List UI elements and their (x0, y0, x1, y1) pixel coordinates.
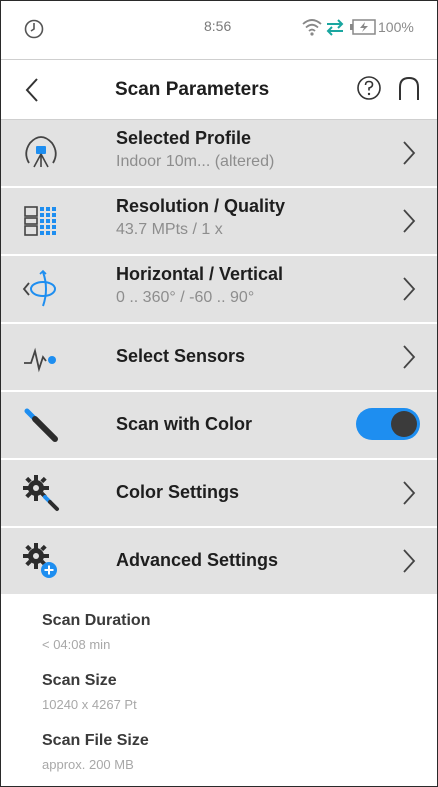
status-time: 8:56 (204, 18, 232, 34)
row-label: Scan with Color (116, 414, 253, 434)
color-pen-icon (24, 408, 58, 442)
scan-file-size-label: Scan File Size (42, 732, 149, 749)
row-horizontal-vertical[interactable]: Horizontal / Vertical 0 .. 360° / -60 ..… (1, 256, 437, 324)
chevron-right-icon (403, 209, 416, 233)
row-label: Color Settings (116, 482, 240, 502)
chevron-right-icon (403, 345, 416, 369)
scan-with-color-toggle[interactable] (356, 408, 420, 440)
row-value: 0 .. 360° / -60 .. 90° (116, 289, 255, 306)
sensor-pulse-icon (24, 347, 56, 373)
gear-plus-icon (23, 543, 57, 578)
row-select-sensors[interactable]: Select Sensors (1, 324, 437, 392)
chevron-right-icon (403, 277, 416, 301)
chevron-right-icon (403, 481, 416, 505)
chevron-right-icon (403, 549, 416, 573)
app-frame: 8:56 100% Scan Parameters Selected Profi… (0, 0, 438, 787)
scan-file-size-value: approx. 200 MB (42, 757, 134, 772)
help-icon[interactable] (356, 75, 382, 101)
scan-size-label: Scan Size (42, 672, 117, 689)
battery-charging-icon (350, 19, 376, 35)
row-label: Resolution / Quality (116, 196, 286, 216)
scan-summary: Scan Duration < 04:08 min Scan Size 1024… (1, 596, 437, 772)
status-bar: 8:56 100% (1, 1, 437, 59)
row-selected-profile[interactable]: Selected Profile Indoor 10m... (altered) (1, 120, 437, 188)
page-title: Scan Parameters (115, 79, 270, 100)
clock-icon (24, 19, 44, 39)
wifi-icon (302, 19, 322, 36)
toggle-knob (391, 411, 417, 437)
scan-duration-value: < 04:08 min (42, 637, 111, 652)
scanner-profile-icon (25, 136, 57, 168)
back-chevron-icon[interactable] (21, 76, 45, 104)
gear-pen-icon (23, 475, 59, 511)
scan-range-icon (22, 269, 56, 307)
home-icon[interactable] (395, 74, 423, 102)
row-advanced-settings[interactable]: Advanced Settings (1, 528, 437, 596)
row-value: Indoor 10m... (altered) (116, 153, 275, 170)
battery-percent: 100% (378, 19, 414, 35)
row-resolution-quality[interactable]: Resolution / Quality 43.7 MPts / 1 x (1, 188, 437, 256)
sync-arrows-icon (326, 19, 344, 36)
row-label: Horizontal / Vertical (116, 264, 284, 284)
app-header: Scan Parameters (1, 59, 437, 120)
scan-size-value: 10240 x 4267 Pt (42, 697, 137, 712)
row-label: Selected Profile (116, 128, 252, 148)
row-label: Advanced Settings (116, 550, 279, 570)
chevron-right-icon (403, 141, 416, 165)
row-label: Select Sensors (116, 346, 246, 366)
scan-duration-label: Scan Duration (42, 612, 151, 629)
row-scan-with-color: Scan with Color (1, 392, 437, 460)
parameter-list: Selected Profile Indoor 10m... (altered)… (1, 120, 437, 596)
row-value: 43.7 MPts / 1 x (116, 221, 223, 238)
row-color-settings[interactable]: Color Settings (1, 460, 437, 528)
resolution-grid-icon (24, 206, 56, 236)
